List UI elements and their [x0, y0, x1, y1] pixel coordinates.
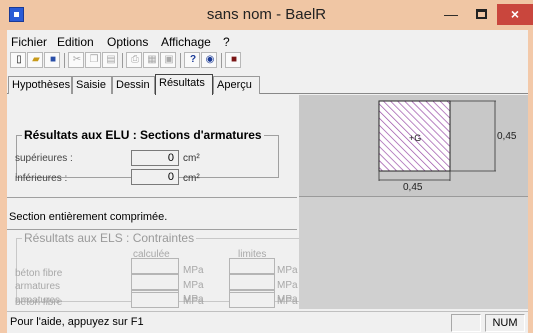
copy-icon: ❐ — [89, 54, 99, 65]
info-button[interactable]: ◉ — [201, 52, 217, 68]
height-dimension-label: 0,45 — [497, 131, 517, 142]
open-button[interactable]: ▰ — [27, 52, 43, 68]
menu-bar: Fichier Edition Options Affichage ? — [7, 32, 528, 50]
separator-line — [7, 197, 297, 198]
centroid-label: +G — [409, 133, 421, 143]
help-icon: ? — [189, 54, 197, 65]
menu-options[interactable]: Options — [107, 35, 148, 49]
els-unit: MPa — [183, 296, 204, 307]
els-unit: MPa — [277, 265, 298, 276]
menu-affichage[interactable]: Affichage — [161, 35, 211, 49]
elu-title: Résultats aux ELU : Sections d'armatures — [22, 128, 264, 142]
separator-line — [7, 229, 297, 230]
print-preview-icon: ▦ — [147, 54, 157, 65]
els-last-row: béton fibre MPa MPa — [7, 292, 298, 311]
minimize-button[interactable]: — — [436, 4, 466, 25]
open-icon: ▰ — [32, 54, 40, 65]
els-calc-box — [131, 274, 179, 290]
toolbar-separator — [122, 53, 123, 68]
save-button[interactable]: ■ — [44, 52, 60, 68]
field-label-inferieures: inférieures : — [15, 173, 68, 184]
title-bar[interactable]: sans nom - BaelR — × — [0, 0, 533, 30]
copy-button[interactable]: ❐ — [85, 52, 101, 68]
close-icon: × — [510, 6, 520, 22]
els-limit-box — [229, 274, 275, 290]
menu-help[interactable]: ? — [223, 35, 230, 49]
results-panel: Résultats aux ELU : Sections d'armatures… — [7, 95, 300, 306]
els-title: Résultats aux ELS : Contraintes — [22, 231, 197, 245]
els-limit-box — [229, 258, 275, 274]
els-unit: MPa — [277, 296, 298, 307]
minimize-icon: — — [444, 6, 458, 22]
els-calc-box — [131, 292, 179, 308]
help-button[interactable]: ? — [184, 52, 200, 68]
tab-resultats[interactable]: Résultats — [155, 74, 213, 95]
paste-button[interactable]: ▤ — [102, 52, 118, 68]
save-icon: ■ — [49, 54, 57, 65]
tab-saisie[interactable]: Saisie — [72, 76, 112, 94]
els-row-label: béton fibre — [15, 297, 63, 308]
close-button[interactable]: × — [497, 4, 533, 25]
els-limit-box — [229, 292, 275, 308]
toolbar-separator — [64, 53, 65, 68]
status-bar: Pour l'aide, appuyez sur F1 NUM — [7, 311, 528, 333]
menu-edition[interactable]: Edition — [57, 35, 94, 49]
client-area: Fichier Edition Options Affichage ? ▯ ▰ … — [7, 30, 528, 333]
info-icon: ◉ — [205, 54, 215, 65]
width-dimension-label: 0,45 — [403, 182, 423, 193]
print-button[interactable]: ⎙ — [126, 52, 142, 68]
els-unit: MPa — [183, 280, 204, 291]
superieures-unit: cm² — [183, 153, 200, 164]
status-help-text: Pour l'aide, appuyez sur F1 — [10, 316, 144, 328]
print-preview-button[interactable]: ▦ — [143, 52, 159, 68]
page-setup-icon: ▣ — [164, 54, 174, 65]
new-icon: ▯ — [16, 54, 22, 65]
toolbar-separator — [180, 53, 181, 68]
stop-icon: ■ — [230, 54, 238, 65]
app-window: sans nom - BaelR — × Fichier Edition Opt… — [0, 0, 533, 333]
page-setup-button[interactable]: ▣ — [160, 52, 176, 68]
menu-fichier[interactable]: Fichier — [11, 35, 47, 49]
els-unit: MPa — [183, 265, 204, 276]
cut-icon: ✂ — [72, 54, 82, 65]
tab-hypotheses[interactable]: Hypothèses — [8, 76, 72, 94]
els-row-label: béton fibre — [15, 268, 63, 279]
superieures-value: 0 — [131, 150, 179, 166]
inferieures-value: 0 — [131, 169, 179, 185]
section-message: Section entièrement comprimée. — [9, 211, 168, 223]
maximize-button[interactable] — [466, 4, 496, 25]
inferieures-unit: cm² — [183, 173, 200, 184]
cut-button[interactable]: ✂ — [68, 52, 84, 68]
new-button[interactable]: ▯ — [10, 52, 26, 68]
stop-button[interactable]: ■ — [225, 52, 241, 68]
tab-strip: Hypothèses Saisie Dessin Résultats Aperç… — [7, 74, 528, 95]
status-pane-empty — [451, 314, 481, 332]
toolbar: ▯ ▰ ■ ✂ ❐ ▤ ⎙ ▦ ▣ ? ◉ ■ — [7, 51, 528, 70]
num-lock-indicator: NUM — [485, 314, 525, 332]
maximize-icon — [475, 9, 487, 19]
tab-apercu[interactable]: Aperçu — [213, 76, 260, 94]
section-drawing: 0,45 0,45 +G — [378, 100, 517, 193]
paste-icon: ▤ — [106, 54, 116, 65]
toolbar-separator — [221, 53, 222, 68]
tab-dessin[interactable]: Dessin — [112, 76, 155, 94]
els-row-label: armatures — [15, 281, 61, 292]
els-unit: MPa — [277, 280, 298, 291]
field-label-superieures: supérieures : — [15, 153, 73, 164]
print-icon: ⎙ — [131, 54, 139, 65]
drawing-lower-area — [299, 196, 528, 309]
els-calc-box — [131, 258, 179, 274]
